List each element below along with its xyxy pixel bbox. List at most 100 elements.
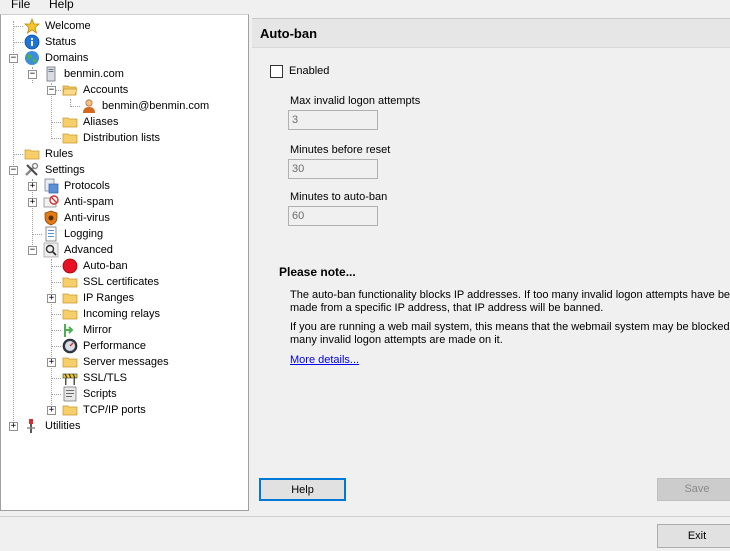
tree-item-label: Mirror (83, 324, 112, 336)
folder-icon (62, 117, 78, 128)
note-text: If you are running a web mail system, th… (290, 321, 730, 333)
tree-item-label: Distribution lists (83, 132, 161, 144)
note-text: The auto-ban functionality blocks IP add… (290, 289, 730, 301)
tree-item-tcpip-ports[interactable]: + TCP/IP ports (1, 402, 248, 418)
tools-icon (25, 162, 39, 176)
menu-help[interactable]: Help (49, 0, 74, 11)
tree-item-aliases[interactable]: Aliases (1, 114, 248, 130)
tree-item-label: Auto-ban (83, 260, 128, 272)
note-title: Please note... (279, 265, 356, 279)
max-invalid-input[interactable]: 3 (288, 110, 378, 130)
minutes-autoban-label: Minutes to auto-ban (290, 191, 388, 203)
tree-item-label: Anti-spam (64, 196, 114, 208)
tree-item-anti-virus[interactable]: Anti-virus (1, 210, 248, 226)
stop-icon (62, 258, 78, 274)
minutes-autoban-input[interactable]: 60 (288, 206, 378, 226)
tree-item-scripts[interactable]: Scripts (1, 386, 248, 402)
tree-item-settings[interactable]: − Settings (1, 162, 248, 178)
tree-item-protocols[interactable]: + Protocols (1, 178, 248, 194)
tree-item-ssl-certificates[interactable]: SSL certificates (1, 274, 248, 290)
tree-item-label: Protocols (64, 180, 110, 192)
tree-item-auto-ban[interactable]: Auto-ban (1, 258, 248, 274)
expand-icon[interactable]: + (47, 358, 56, 367)
script-icon (63, 386, 77, 402)
tree-item-domains[interactable]: − Domains (1, 50, 248, 66)
folder-icon (62, 405, 78, 416)
folder-open-icon (62, 85, 78, 96)
minutes-reset-label: Minutes before reset (290, 144, 391, 156)
tree-item-anti-spam[interactable]: + Anti-spam (1, 194, 248, 210)
magnifier-icon (43, 242, 59, 258)
collapse-icon[interactable]: − (47, 86, 56, 95)
tree-item-server-messages[interactable]: + Server messages (1, 354, 248, 370)
menu-bar: File Help (0, 0, 730, 14)
exit-button[interactable]: Exit (657, 524, 730, 548)
tree-item-ip-ranges[interactable]: + IP Ranges (1, 290, 248, 306)
enabled-checkbox[interactable] (270, 65, 283, 78)
tree-item-advanced[interactable]: − Advanced (1, 242, 248, 258)
tree-item-label: Domains (45, 52, 89, 64)
tree-item-label: Server messages (83, 356, 169, 368)
tree-item-incoming-relays[interactable]: Incoming relays (1, 306, 248, 322)
save-button[interactable]: Save (657, 478, 730, 501)
tree-item-label: Incoming relays (83, 308, 161, 320)
note-text: made from a specific IP address, that IP… (290, 302, 604, 314)
expand-icon[interactable]: + (47, 406, 56, 415)
expand-icon[interactable]: + (28, 198, 37, 207)
tree-item-accounts[interactable]: − Accounts (1, 82, 248, 98)
tree-item-welcome[interactable]: Welcome (1, 18, 248, 34)
menu-file[interactable]: File (11, 0, 30, 11)
note-text: many invalid logon attempts are made on … (290, 334, 503, 346)
collapse-icon[interactable]: − (9, 54, 18, 63)
mirror-icon (64, 324, 74, 337)
tree-item-status[interactable]: Status (1, 34, 248, 50)
tree-item-label: IP Ranges (83, 292, 135, 304)
tree-item-label: Logging (64, 228, 104, 240)
tree-item-label: TCP/IP ports (83, 404, 146, 416)
page-title: Auto-ban (260, 26, 318, 41)
folder-icon (62, 277, 78, 288)
folder-icon (62, 293, 78, 304)
more-details-link[interactable]: More details... (290, 354, 359, 366)
expand-icon[interactable]: + (9, 422, 18, 431)
expand-icon[interactable]: + (47, 294, 56, 303)
collapse-icon[interactable]: − (28, 70, 37, 79)
tree-item-label: Rules (45, 148, 74, 160)
tree-item-ssl-tls[interactable]: SSL/TLS (1, 370, 248, 386)
panel-header: Auto-ban (252, 18, 730, 48)
navigation-tree: Welcome Status − Domains − benmin.com − (0, 14, 249, 511)
tree-item-label: Aliases (83, 116, 119, 128)
utilities-icon (27, 419, 35, 433)
protocols-icon (44, 178, 59, 194)
expand-icon[interactable]: + (28, 182, 37, 191)
folder-icon (24, 149, 40, 160)
folder-icon (62, 357, 78, 368)
tree-item-label: Performance (83, 340, 146, 352)
enabled-label: Enabled (289, 65, 330, 77)
tree-item-label: benmin@benmin.com (102, 100, 210, 112)
tree-item-label: Welcome (45, 20, 91, 32)
tree-item-rules[interactable]: Rules (1, 146, 248, 162)
tree-item-logging[interactable]: Logging (1, 226, 248, 242)
max-invalid-label: Max invalid logon attempts (290, 95, 421, 107)
tree-item-performance[interactable]: Performance (1, 338, 248, 354)
star-icon (24, 18, 40, 34)
tree-item-mirror[interactable]: Mirror (1, 322, 248, 338)
tree-item-label: Accounts (83, 84, 129, 96)
info-icon (24, 34, 40, 50)
folder-icon (62, 133, 78, 144)
tree-item-account[interactable]: benmin@benmin.com (1, 98, 248, 114)
help-button[interactable]: Help (259, 478, 346, 501)
tree-item-distribution-lists[interactable]: Distribution lists (1, 130, 248, 146)
tree-item-label: benmin.com (64, 68, 124, 80)
minutes-reset-input[interactable]: 30 (288, 159, 378, 179)
collapse-icon[interactable]: − (9, 166, 18, 175)
globe-icon (25, 51, 39, 65)
tree-item-utilities[interactable]: + Utilities (1, 418, 248, 434)
barrier-icon (62, 373, 78, 385)
tree-item-domain[interactable]: − benmin.com (1, 66, 248, 82)
tree-item-label: SSL/TLS (83, 372, 128, 384)
tree-item-label: Scripts (83, 388, 117, 400)
collapse-icon[interactable]: − (28, 246, 37, 255)
tree-item-label: Anti-virus (64, 212, 110, 224)
